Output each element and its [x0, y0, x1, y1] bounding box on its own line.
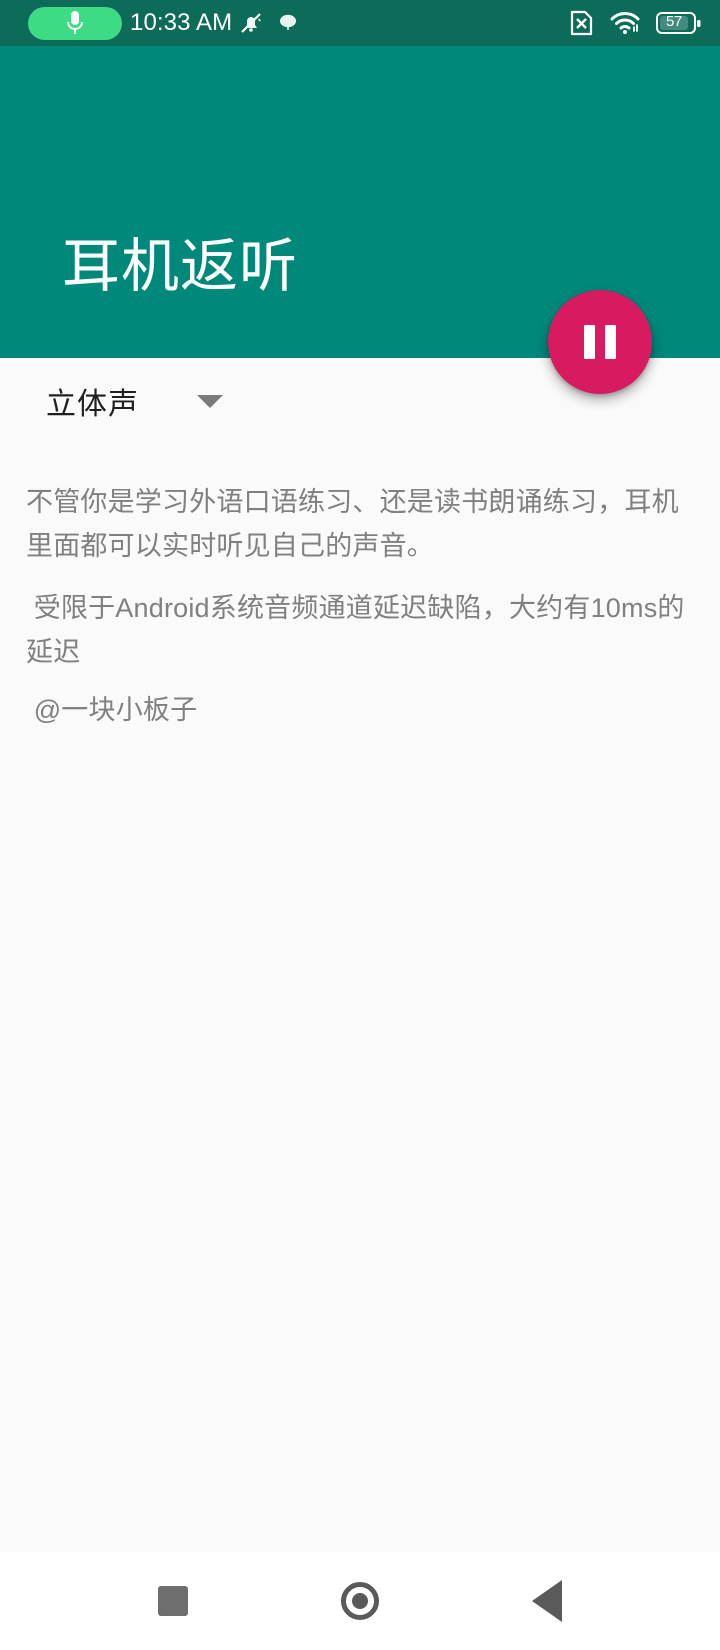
- no-sim-icon: [568, 9, 594, 37]
- recent-apps-button[interactable]: [138, 1566, 208, 1636]
- pause-fab-button[interactable]: [548, 290, 652, 394]
- microphone-icon: [65, 9, 85, 37]
- microphone-active-indicator: [28, 6, 122, 40]
- wifi-icon: [610, 10, 640, 36]
- audio-mode-selected-label: 立体声: [46, 388, 139, 421]
- description-paragraph-2: 受限于Android系统音频通道延迟缺陷，大约有10ms的延迟: [26, 593, 685, 667]
- square-icon: [158, 1586, 189, 1616]
- status-bar-right: 57: [568, 9, 702, 37]
- circle-icon: [340, 1582, 379, 1620]
- audio-mode-dropdown[interactable]: 立体声: [46, 370, 276, 432]
- main-content: 立体声 不管你是学习外语口语练习、还是读书朗诵练习，耳机里面都可以实时听见自己的…: [0, 358, 720, 1650]
- battery-indicator: 57: [656, 10, 702, 36]
- chevron-down-icon: [197, 394, 223, 408]
- description-paragraph-3: @一块小板子: [26, 695, 198, 725]
- battery-percent-label: 57: [666, 13, 683, 30]
- triangle-left-icon: [531, 1580, 562, 1622]
- status-bar-clock: 10:33 AM: [130, 9, 233, 36]
- page-title: 耳机返听: [62, 234, 299, 299]
- pause-icon: [584, 325, 616, 359]
- status-bar-left: 10:33 AM: [28, 6, 568, 40]
- bell-muted-icon: [238, 10, 264, 36]
- description-paragraph-1: 不管你是学习外语口语练习、还是读书朗诵练习，耳机里面都可以实时听见自己的声音。: [26, 487, 679, 561]
- status-bar: 10:33 AM 57: [0, 0, 720, 46]
- back-button[interactable]: [512, 1566, 582, 1636]
- phone-screen: 10:33 AM 57 耳机返听 立体声 不管你是学习外语口语练习、还是读书朗诵…: [0, 0, 720, 1650]
- android-navigation-bar: [0, 1552, 720, 1650]
- cloud-icon: [276, 11, 300, 35]
- home-button[interactable]: [325, 1566, 395, 1636]
